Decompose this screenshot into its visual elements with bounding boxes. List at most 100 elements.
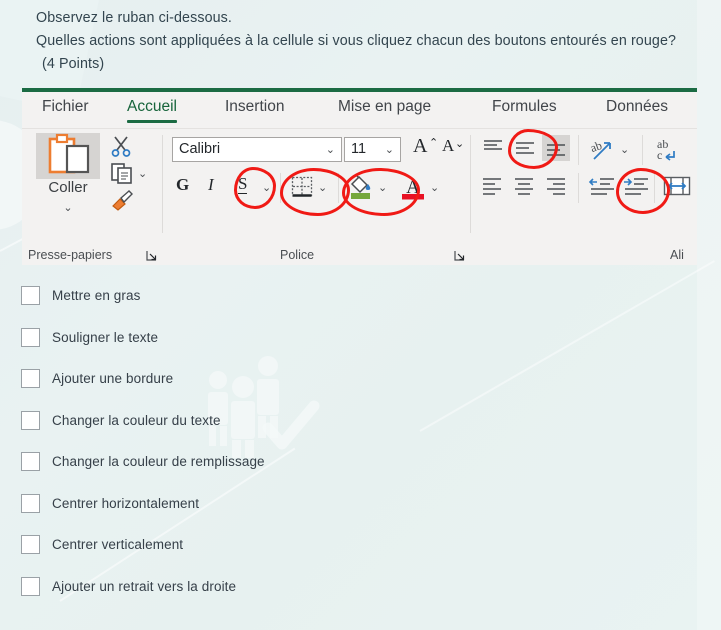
checkbox-souligner-le-texte[interactable] <box>21 327 40 347</box>
bold-letter: G <box>176 175 190 194</box>
align-center-button[interactable] <box>512 175 538 204</box>
decrease-indent-icon <box>588 178 614 195</box>
align-right-icon <box>547 178 565 195</box>
merge-and-center-button[interactable] <box>662 173 692 204</box>
underline-button[interactable]: S <box>238 174 260 199</box>
increase-indent-button[interactable] <box>622 175 650 204</box>
wrap-text-icon: ab c <box>657 137 675 162</box>
font-color-button[interactable]: A <box>400 173 426 206</box>
checkbox-ajouter-une-bordure[interactable] <box>21 369 40 389</box>
decrease-font-size-button[interactable]: A ⌄ <box>440 136 466 162</box>
tab-label: Mise en page <box>338 98 432 115</box>
decrease-indent-button[interactable] <box>588 175 616 204</box>
answer-row-7[interactable]: Centrer verticalement <box>0 524 721 566</box>
align-right-button[interactable] <box>544 175 570 204</box>
checkbox-centrer-horizontalement[interactable] <box>21 493 40 513</box>
underline-letter: S <box>238 174 248 194</box>
fill-color-button[interactable] <box>348 173 374 206</box>
align-top-button[interactable] <box>480 137 506 166</box>
chevron-down-icon: ⌄ <box>455 138 465 150</box>
answer-row-6[interactable]: Centrer horizontalement <box>0 483 721 525</box>
answer-row-2[interactable]: Souligner le texte <box>0 317 721 359</box>
borders-button[interactable] <box>290 175 314 204</box>
scissors-icon <box>111 136 131 157</box>
answer-row-3[interactable]: Ajouter une bordure <box>0 358 721 400</box>
orientation-dropdown-caret[interactable]: ⌄ <box>620 143 629 156</box>
wrap-text-button[interactable]: ab c <box>654 135 682 168</box>
checkbox-centrer-verticalement[interactable] <box>21 535 40 555</box>
italic-letter: I <box>208 175 214 194</box>
font-name-caret[interactable]: ⌄ <box>326 143 335 156</box>
checkbox-mettre-en-gras[interactable] <box>21 286 40 306</box>
group-label-clipboard: Presse-papiers <box>28 248 113 262</box>
tab-accueil[interactable]: Accueil <box>127 98 177 123</box>
copy-dropdown-caret[interactable]: ⌄ <box>138 167 147 180</box>
align-bottom-button[interactable] <box>542 135 570 161</box>
group-separator <box>654 173 655 203</box>
align-left-button[interactable] <box>480 175 506 204</box>
align-middle-icon <box>516 142 534 154</box>
group-label-alignment: Ali <box>670 248 684 262</box>
group-separator <box>162 135 163 233</box>
borders-icon <box>291 176 313 197</box>
text-orientation-icon: ab <box>588 138 611 160</box>
paste-dropdown-caret[interactable]: ⌄ <box>36 201 100 214</box>
answer-row-8[interactable]: Ajouter un retrait vers la droite <box>0 566 721 608</box>
answer-options-list: Mettre en gras Souligner le texte Ajoute… <box>0 275 721 607</box>
answer-row-5[interactable]: Changer la couleur de remplissage <box>0 441 721 483</box>
clipboard-dialog-launcher-icon[interactable] <box>146 250 157 261</box>
fill-color-dropdown-caret[interactable]: ⌄ <box>378 181 387 194</box>
font-color-dropdown-caret[interactable]: ⌄ <box>430 181 439 194</box>
align-middle-button[interactable] <box>512 137 538 166</box>
cut-button[interactable] <box>110 135 132 162</box>
group-separator <box>280 173 281 203</box>
checkbox-changer-couleur-remplissage[interactable] <box>21 452 40 472</box>
answer-label: Mettre en gras <box>52 288 141 304</box>
borders-dropdown-caret[interactable]: ⌄ <box>318 181 327 194</box>
format-painter-button[interactable] <box>110 189 134 216</box>
group-separator <box>642 135 643 165</box>
excel-ribbon-screenshot: Fichier Accueil Insertion Mise en page F… <box>22 88 697 265</box>
font-name-value: Calibri <box>179 141 221 157</box>
answer-label: Centrer verticalement <box>52 537 184 553</box>
tab-insertion[interactable]: Insertion <box>225 98 284 116</box>
group-separator <box>338 173 339 203</box>
increase-font-size-button[interactable]: A ⌃ <box>410 135 439 162</box>
chevron-up-icon: ⌃ <box>429 137 439 149</box>
tab-mise-en-page[interactable]: Mise en page <box>338 98 431 116</box>
align-bottom-icon <box>547 144 565 156</box>
tab-donnees[interactable]: Données <box>606 98 668 116</box>
tab-label: Fichier <box>42 98 89 115</box>
align-left-icon <box>483 178 501 195</box>
tab-formules[interactable]: Formules <box>492 98 557 116</box>
answer-label: Ajouter une bordure <box>52 371 174 387</box>
answer-row-1[interactable]: Mettre en gras <box>0 275 721 317</box>
ribbon-body: Coller ⌄ ⌄ Presse-papiers Calibri ⌄ 11 ⌄… <box>22 128 697 265</box>
font-name-combobox[interactable]: Calibri ⌄ <box>172 137 342 162</box>
checkbox-changer-couleur-texte[interactable] <box>21 410 40 430</box>
font-size-caret[interactable]: ⌄ <box>385 143 394 156</box>
copy-button[interactable] <box>110 161 134 190</box>
orientation-button[interactable]: ab <box>588 135 618 168</box>
checkbox-ajouter-retrait-droite[interactable] <box>21 576 40 596</box>
font-color-icon: A <box>402 177 424 200</box>
paste-label: Coller <box>48 179 88 196</box>
font-dialog-launcher-icon[interactable] <box>454 250 465 261</box>
paste-icon <box>36 133 100 179</box>
tab-fichier[interactable]: Fichier <box>42 98 89 116</box>
answer-label: Souligner le texte <box>52 329 159 345</box>
svg-text:c: c <box>657 148 662 162</box>
italic-button[interactable]: I <box>208 175 230 199</box>
answer-row-4[interactable]: Changer la couleur du texte <box>0 400 721 442</box>
group-separator <box>578 173 579 203</box>
align-top-icon <box>484 140 502 150</box>
paste-button[interactable]: Coller ⌄ <box>36 133 100 227</box>
tab-label: Insertion <box>225 98 285 115</box>
font-size-combobox[interactable]: 11 ⌄ <box>344 137 401 162</box>
tab-label: Accueil <box>127 98 177 115</box>
format-painter-icon <box>112 190 133 211</box>
grow-font-letter: A <box>413 135 428 157</box>
question-points: (4 Points) <box>42 56 105 72</box>
bold-button[interactable]: G <box>176 175 198 199</box>
underline-dropdown-caret[interactable]: ⌄ <box>262 181 271 194</box>
